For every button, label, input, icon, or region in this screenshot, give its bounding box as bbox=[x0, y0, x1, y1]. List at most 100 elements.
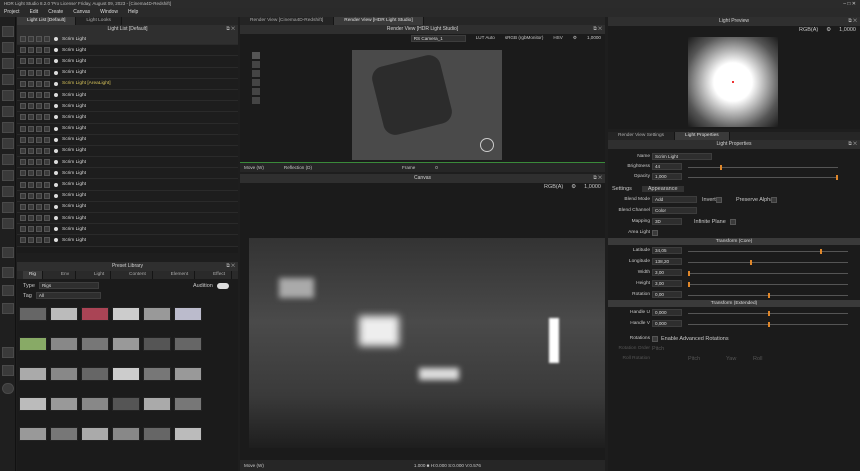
row-toggle-checkbox[interactable] bbox=[28, 47, 34, 54]
preset-thumbnail[interactable] bbox=[19, 367, 47, 381]
longitude-slider[interactable] bbox=[688, 262, 848, 263]
row-toggle-checkbox[interactable] bbox=[28, 136, 34, 143]
tool-button[interactable] bbox=[2, 347, 14, 358]
row-toggle-checkbox[interactable] bbox=[20, 147, 26, 154]
blend-channel-select[interactable]: Color bbox=[652, 207, 697, 214]
tool-button[interactable] bbox=[2, 186, 14, 197]
preset-thumbnail[interactable] bbox=[112, 367, 140, 381]
audition-toggle[interactable] bbox=[216, 282, 229, 289]
row-toggle-checkbox[interactable] bbox=[44, 237, 50, 244]
light-list-row[interactable]: Scrim Light bbox=[17, 213, 238, 225]
row-toggle-checkbox[interactable] bbox=[20, 181, 26, 188]
row-toggle-checkbox[interactable] bbox=[20, 69, 26, 76]
canvas-exposure-value[interactable]: 1,0000 bbox=[584, 184, 601, 190]
tab-effect[interactable]: Effect bbox=[207, 271, 233, 279]
row-toggle-checkbox[interactable] bbox=[20, 203, 26, 210]
tab-settings[interactable]: Settings bbox=[612, 186, 632, 192]
latitude-slider[interactable] bbox=[688, 251, 848, 252]
row-toggle-checkbox[interactable] bbox=[28, 58, 34, 65]
row-toggle-checkbox[interactable] bbox=[36, 226, 42, 233]
row-toggle-checkbox[interactable] bbox=[36, 181, 42, 188]
row-toggle-checkbox[interactable] bbox=[36, 170, 42, 177]
row-toggle-checkbox[interactable] bbox=[36, 69, 42, 76]
tool-button[interactable] bbox=[2, 267, 14, 278]
mode-select[interactable]: HSV bbox=[553, 35, 562, 42]
height-field[interactable]: 3,00 bbox=[652, 280, 682, 287]
render-viewport[interactable] bbox=[352, 50, 502, 160]
light-preview-image[interactable] bbox=[688, 37, 778, 127]
tool-button[interactable] bbox=[2, 170, 14, 181]
row-toggle-checkbox[interactable] bbox=[36, 159, 42, 166]
tool-button[interactable] bbox=[2, 218, 14, 229]
panel-controls-icon[interactable]: ⧉ ✕ bbox=[226, 262, 235, 271]
gear-icon[interactable]: ⚙ bbox=[573, 35, 577, 42]
preset-thumbnail[interactable] bbox=[81, 367, 109, 381]
reflection-select[interactable]: Reflection (D) bbox=[284, 165, 312, 170]
tab-env[interactable]: Env bbox=[55, 271, 77, 279]
row-toggle-checkbox[interactable] bbox=[28, 170, 34, 177]
row-toggle-checkbox[interactable] bbox=[20, 36, 26, 43]
light-list-row[interactable]: Scrim Light bbox=[17, 201, 238, 213]
light-list-row[interactable]: Scrim Light bbox=[17, 56, 238, 68]
name-field[interactable]: Scrim Light bbox=[652, 153, 712, 160]
tab-render-c4d[interactable]: Render View [Cinema4D-Redshift] bbox=[240, 17, 335, 25]
light-list-row[interactable]: Scrim Light bbox=[17, 67, 238, 79]
height-slider[interactable] bbox=[688, 284, 848, 285]
menu-window[interactable]: Window bbox=[100, 8, 118, 17]
row-toggle-checkbox[interactable] bbox=[44, 215, 50, 222]
panel-controls-icon[interactable]: ⧉ ✕ bbox=[593, 25, 602, 34]
preset-thumbnail[interactable] bbox=[174, 367, 202, 381]
row-toggle-checkbox[interactable] bbox=[20, 114, 26, 121]
light-list-row[interactable]: Scrim Light bbox=[17, 157, 238, 169]
preset-thumbnail[interactable] bbox=[143, 307, 171, 321]
tool-button[interactable] bbox=[2, 154, 14, 165]
preset-thumbnail[interactable] bbox=[81, 307, 109, 321]
row-toggle-checkbox[interactable] bbox=[36, 136, 42, 143]
camera-select[interactable]: RS Camera_1 bbox=[410, 35, 466, 42]
light-list-row[interactable]: Scrim Light bbox=[17, 235, 238, 247]
row-toggle-checkbox[interactable] bbox=[44, 80, 50, 87]
row-toggle-checkbox[interactable] bbox=[28, 226, 34, 233]
row-toggle-checkbox[interactable] bbox=[36, 215, 42, 222]
row-toggle-checkbox[interactable] bbox=[28, 69, 34, 76]
tool-button[interactable] bbox=[2, 42, 14, 53]
row-toggle-checkbox[interactable] bbox=[28, 80, 34, 87]
tab-render-view-settings[interactable]: Render View Settings bbox=[608, 132, 676, 140]
rotation-slider-handle[interactable] bbox=[768, 293, 770, 298]
infinite-plane-checkbox[interactable] bbox=[730, 219, 736, 225]
type-select[interactable]: Rigs bbox=[38, 282, 99, 289]
preset-thumbnail[interactable] bbox=[19, 397, 47, 411]
row-toggle-checkbox[interactable] bbox=[20, 80, 26, 87]
preset-thumbnail[interactable] bbox=[174, 307, 202, 321]
preset-thumbnail[interactable] bbox=[112, 337, 140, 351]
gear-icon[interactable]: ⚙ bbox=[571, 184, 576, 190]
canvas-hdri[interactable] bbox=[249, 238, 605, 448]
row-toggle-checkbox[interactable] bbox=[20, 103, 26, 110]
area-light-checkbox[interactable] bbox=[652, 230, 658, 236]
brightness-slider[interactable] bbox=[688, 167, 838, 168]
mapping-select[interactable]: 3D bbox=[652, 218, 682, 225]
gizmo-icon[interactable] bbox=[480, 138, 494, 152]
tool-button[interactable] bbox=[2, 202, 14, 213]
light-list-row[interactable]: Scrim Light bbox=[17, 145, 238, 158]
preset-thumbnail[interactable] bbox=[143, 367, 171, 381]
tool-button[interactable] bbox=[2, 106, 14, 117]
row-toggle-checkbox[interactable] bbox=[44, 92, 50, 99]
row-toggle-checkbox[interactable] bbox=[36, 58, 42, 65]
tab-render-hdrls[interactable]: Render View [HDR Light Studio] bbox=[334, 17, 424, 25]
frame-value[interactable]: 0 bbox=[435, 165, 438, 170]
blend-mode-select[interactable]: Add bbox=[652, 196, 697, 203]
row-toggle-checkbox[interactable] bbox=[20, 226, 26, 233]
row-toggle-checkbox[interactable] bbox=[44, 103, 50, 110]
tab-appearance[interactable]: Appearance bbox=[641, 186, 684, 192]
tool-button[interactable] bbox=[2, 58, 14, 69]
preserve-alpha-checkbox[interactable] bbox=[771, 197, 777, 203]
preset-thumbnail[interactable] bbox=[50, 307, 78, 321]
row-toggle-checkbox[interactable] bbox=[36, 192, 42, 199]
latitude-slider-handle[interactable] bbox=[820, 249, 822, 254]
handle-v-field[interactable]: 0,000 bbox=[652, 320, 682, 327]
width-slider[interactable] bbox=[688, 273, 848, 274]
light-list-row[interactable]: Scrim Light bbox=[17, 45, 238, 57]
row-toggle-checkbox[interactable] bbox=[28, 114, 34, 121]
row-toggle-checkbox[interactable] bbox=[20, 136, 26, 143]
